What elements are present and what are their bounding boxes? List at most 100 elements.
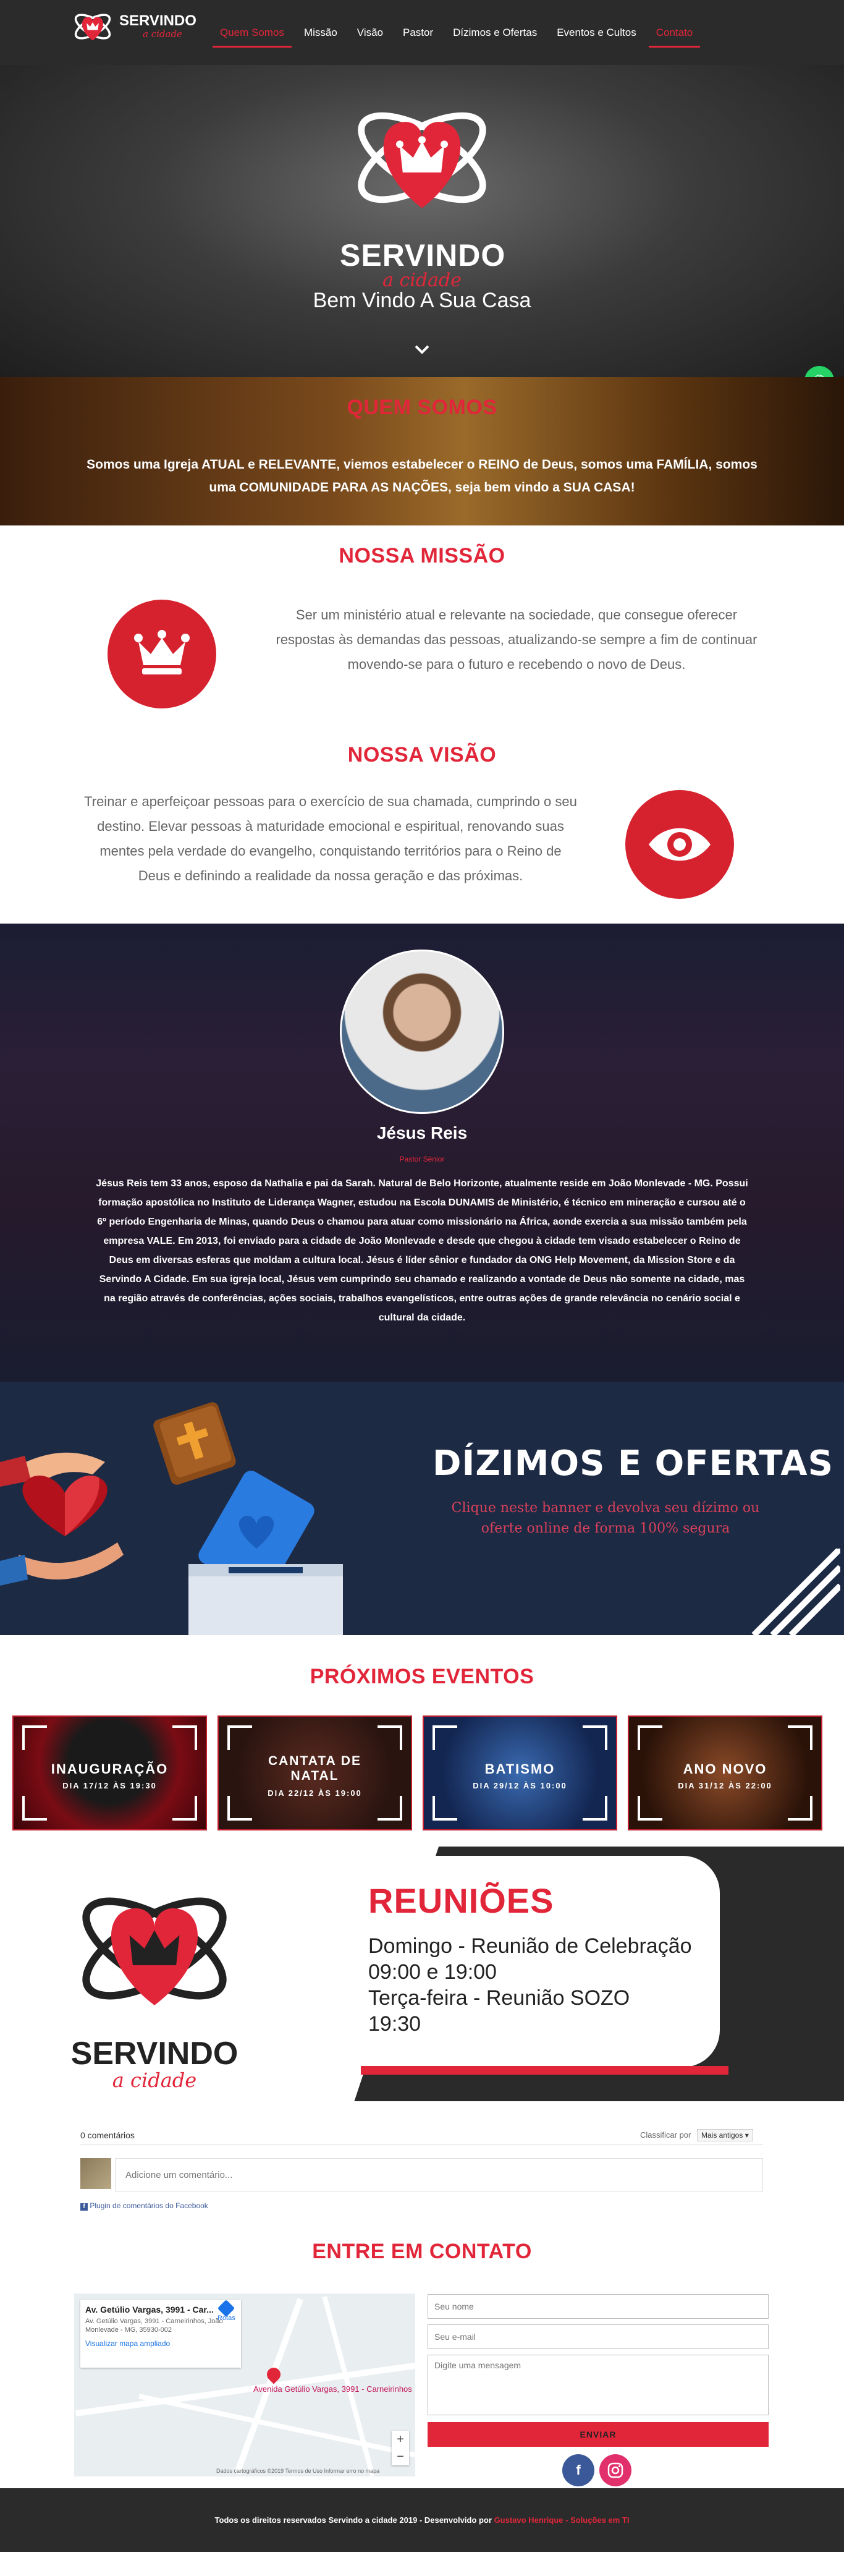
map-address: Av. Getúlio Vargas, 3991 - Carneirinhos,… bbox=[85, 2318, 223, 2334]
developer-link[interactable]: Gustavo Henrique - Soluções em TI bbox=[494, 2515, 630, 2525]
dizimos-title: DÍZIMOS E OFERTAS bbox=[433, 1443, 833, 1484]
schedule-line: 09:00 e 19:00 bbox=[368, 1960, 497, 1984]
event-title: ANO NOVO bbox=[683, 1761, 767, 1777]
site-footer: Todos os direitos reservados Servindo a … bbox=[0, 2488, 844, 2552]
hero-brand: SERVINDO bbox=[340, 238, 506, 273]
message-field[interactable] bbox=[428, 2355, 769, 2415]
header-brand: SERVINDO bbox=[119, 12, 196, 29]
visao-text: Treinar e aperfeiçoar pessoas para o exe… bbox=[84, 794, 577, 883]
frame-corner bbox=[378, 1796, 402, 1821]
nav-pastor[interactable]: Pastor bbox=[393, 19, 443, 46]
event-date: DIA 22/12 ÀS 19:00 bbox=[268, 1788, 362, 1798]
facebook-icon[interactable]: f bbox=[562, 2454, 594, 2486]
frame-corner bbox=[583, 1796, 607, 1821]
facebook-plugin-link[interactable]: f Plugin de comentários do Facebook bbox=[80, 2201, 208, 2211]
pastor-bio: Jésus Reis tem 33 anos, esposo da Nathal… bbox=[96, 1178, 748, 1323]
schedule-line: Domingo - Reunião de Celebração bbox=[368, 1934, 692, 1958]
nav-quem-somos[interactable]: Quem Somos bbox=[210, 19, 294, 48]
dizimos-banner[interactable]: DÍZIMOS E OFERTAS Clique neste banner e … bbox=[0, 1382, 844, 1635]
map-info-card: Av. Getúlio Vargas, 3991 - Car... Av. Ge… bbox=[80, 2300, 241, 2368]
dizimos-subtitle: Clique neste banner e devolva seu dízimo… bbox=[451, 1500, 760, 1536]
frame-corner bbox=[433, 1725, 457, 1750]
reunioes-section: SERVINDO a cidade REUNIÕES Domingo - Reu… bbox=[0, 1847, 844, 2101]
nav-eventos[interactable]: Eventos e Cultos bbox=[547, 19, 646, 46]
nav-missao[interactable]: Missão bbox=[294, 19, 347, 46]
frame-corner bbox=[227, 1725, 252, 1750]
email-field[interactable] bbox=[428, 2324, 769, 2349]
site-header: SERVINDO a cidade Quem Somos Missão Visã… bbox=[0, 0, 844, 65]
event-card[interactable]: ANO NOVO DIA 31/12 ÀS 22:00 bbox=[628, 1715, 822, 1830]
frame-corner bbox=[172, 1725, 197, 1750]
event-card[interactable]: BATISMO DIA 29/12 ÀS 10:00 bbox=[423, 1715, 617, 1830]
event-title: CANTATA DE NATAL bbox=[268, 1754, 362, 1783]
instagram-icon[interactable] bbox=[599, 2454, 631, 2486]
reunioes-logo: SERVINDO a cidade bbox=[68, 1865, 241, 2092]
nav-dizimos[interactable]: Dízimos e Ofertas bbox=[443, 19, 547, 46]
map-zoom-control[interactable]: + − bbox=[392, 2431, 409, 2465]
hero-section: SERVINDO a cidade Bem Vindo A Sua Casa ✆ bbox=[0, 65, 844, 377]
frame-corner bbox=[172, 1796, 197, 1821]
reunioes-brand: SERVINDO bbox=[70, 2036, 238, 2072]
frame-corner bbox=[638, 1725, 662, 1750]
hero-logo: SERVINDO a cidade bbox=[340, 83, 506, 291]
comments-sort: Classificar por Mais antigos ▾ bbox=[640, 2129, 753, 2141]
event-card[interactable]: INAUGURAÇÃO DIA 17/12 ÀS 19:30 bbox=[12, 1715, 207, 1830]
reunioes-title: REUNIÕES bbox=[368, 1881, 554, 1920]
sort-value: Mais antigos bbox=[701, 2131, 743, 2140]
whatsapp-icon[interactable]: ✆ bbox=[804, 366, 834, 377]
stripes-decoration bbox=[751, 1549, 840, 1635]
send-button[interactable]: ENVIAR bbox=[428, 2422, 769, 2447]
map-place-title: Av. Getúlio Vargas, 3991 - Car... bbox=[85, 2305, 214, 2315]
copyright-text: Todos os direitos reservados Servindo a … bbox=[214, 2515, 492, 2525]
quem-somos-title: QUEM SOMOS bbox=[347, 396, 497, 419]
frame-corner bbox=[433, 1796, 457, 1821]
atom-crown-logo-icon bbox=[358, 112, 486, 208]
event-title: BATISMO bbox=[484, 1761, 555, 1777]
name-field[interactable] bbox=[428, 2294, 769, 2319]
header-logo[interactable]: SERVINDO a cidade bbox=[71, 5, 196, 48]
eye-icon bbox=[625, 790, 734, 899]
nav-visao[interactable]: Visão bbox=[347, 19, 393, 46]
map-enlarge-link[interactable]: Visualizar mapa ampliado bbox=[85, 2339, 236, 2348]
missao-section: NOSSA MISSÃO Ser um ministério atual e r… bbox=[0, 525, 844, 725]
eventos-title: PRÓXIMOS EVENTOS bbox=[310, 1665, 534, 1688]
map-footer: Dados cartográficos ©2019 Termos de Uso … bbox=[216, 2468, 380, 2474]
pastor-name: Jésus Reis bbox=[376, 1123, 468, 1142]
facebook-icon: f bbox=[80, 2203, 88, 2211]
frame-corner bbox=[788, 1796, 812, 1821]
footer-text: Todos os direitos reservados Servindo a … bbox=[0, 2515, 844, 2525]
event-date: DIA 29/12 ÀS 10:00 bbox=[473, 1781, 567, 1790]
contato-title: ENTRE EM CONTATO bbox=[312, 2240, 532, 2263]
quem-somos-text: Somos uma Igreja ATUAL e RELEVANTE, viem… bbox=[87, 457, 757, 495]
visao-title: NOSSA VISÃO bbox=[347, 743, 497, 767]
facebook-plugin-label: Plugin de comentários do Facebook bbox=[90, 2201, 208, 2210]
atom-crown-logo-icon bbox=[82, 1897, 227, 2005]
visao-section: NOSSA VISÃO Treinar e aperfeiçoar pessoa… bbox=[0, 725, 844, 924]
event-date: DIA 17/12 ÀS 19:30 bbox=[62, 1781, 157, 1790]
event-card[interactable]: CANTATA DE NATAL DIA 22/12 ÀS 19:00 bbox=[217, 1715, 412, 1830]
pastor-photo bbox=[340, 950, 504, 1114]
comment-input[interactable] bbox=[115, 2158, 763, 2191]
frame-corner bbox=[788, 1725, 812, 1750]
frame-corner bbox=[378, 1725, 402, 1750]
contato-section: ENTRE EM CONTATO Av. Getúlio Vargas, 399… bbox=[0, 2235, 844, 2488]
google-map[interactable]: Av. Getúlio Vargas, 3991 - Car... Av. Ge… bbox=[74, 2293, 415, 2476]
routes-button[interactable]: Rotas bbox=[217, 2299, 235, 2322]
nav-contato[interactable]: Contato bbox=[646, 19, 703, 48]
event-title: INAUGURAÇÃO bbox=[51, 1761, 169, 1777]
accent-line bbox=[361, 2066, 728, 2075]
hero-welcome: Bem Vindo A Sua Casa bbox=[313, 289, 531, 312]
sort-select[interactable]: Mais antigos ▾ bbox=[696, 2129, 753, 2141]
chevron-down-icon[interactable] bbox=[413, 340, 431, 359]
map-pin-label: Avenida Getúlio Vargas, 3991 - Carneirin… bbox=[253, 2384, 412, 2394]
reunioes-schedule: Domingo - Reunião de Celebração 09:00 e … bbox=[368, 1933, 692, 2037]
frame-corner bbox=[22, 1796, 47, 1821]
comments-section: 0 comentários Classificar por Mais antig… bbox=[0, 2101, 844, 2235]
zoom-out-button[interactable]: − bbox=[392, 2448, 409, 2465]
sort-label: Classificar por bbox=[640, 2130, 691, 2140]
frame-corner bbox=[638, 1796, 662, 1821]
zoom-in-button[interactable]: + bbox=[392, 2431, 409, 2448]
event-date: DIA 31/12 ÀS 22:00 bbox=[678, 1781, 772, 1790]
donation-box-icon bbox=[188, 1471, 343, 1635]
schedule-line: 19:30 bbox=[368, 2012, 421, 2036]
